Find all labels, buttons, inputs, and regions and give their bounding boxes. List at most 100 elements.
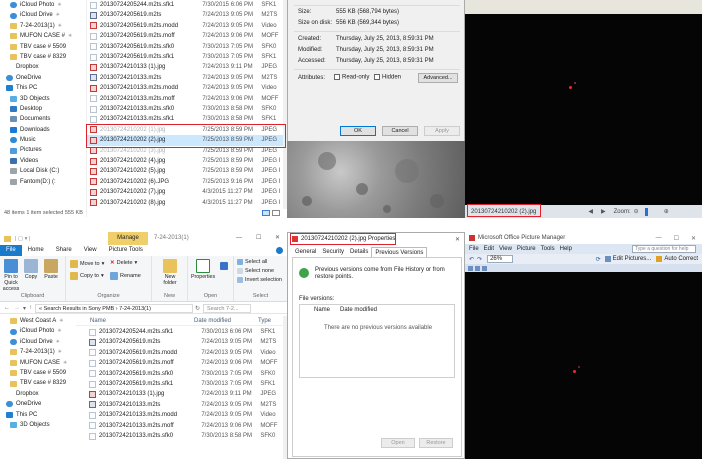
tab-previous-versions[interactable]: Previous Versions (371, 247, 428, 257)
file-row[interactable]: 20130724210133.m2ts 7/24/2013 9:05 PM M2TS (86, 400, 282, 410)
bottom-nav-item[interactable]: OneDrive (0, 399, 76, 409)
file-row[interactable]: 20130724210133.m2ts.sfk0 7/30/2013 8:58 P… (86, 431, 282, 441)
bottom-nav-item[interactable]: Dropbox (0, 389, 76, 399)
bottom-nav-item[interactable]: 3D Objects (0, 420, 76, 430)
copy-to-button[interactable]: Copy to ▾ (70, 272, 104, 280)
ok-button[interactable]: OK (340, 126, 376, 136)
dialog-close-icon[interactable]: ✕ (455, 236, 460, 243)
auto-correct-button[interactable]: Auto Correct (664, 256, 698, 262)
open-button[interactable]: Open (381, 438, 415, 448)
picmgr-maximize-icon[interactable]: ☐ (674, 235, 679, 242)
zoom-slider[interactable] (644, 207, 648, 216)
top-nav-item[interactable]: iCloud Photo ✳ (0, 0, 86, 10)
up-icon[interactable]: ↑ (29, 305, 32, 311)
help-icon[interactable] (276, 247, 283, 254)
tab-share[interactable]: Share (50, 245, 78, 256)
top-nav-item[interactable]: MUFON CASE # ✳ (0, 31, 86, 41)
thumbnail-view-icon[interactable] (468, 265, 473, 271)
bottom-nav-item[interactable]: iCloud Drive ✳ (0, 337, 76, 347)
refresh-icon[interactable]: ↻ (195, 305, 200, 312)
top-nav-item[interactable]: Desktop (0, 104, 86, 114)
top-nav-item[interactable]: 3D Objects (0, 94, 86, 104)
rename-button[interactable]: Rename (110, 272, 141, 280)
file-row[interactable]: 20130724210133 (1).jpg 7/24/2013 9:11 PM J… (87, 62, 283, 72)
hidden-checkbox[interactable]: Hidden (374, 74, 401, 81)
top-nav-item[interactable]: Videos (0, 156, 86, 166)
file-row[interactable]: 20130724210133.m2ts.moff 7/24/2013 9:06 P… (86, 421, 282, 431)
qat-icons[interactable]: | ▢ ▾ | (15, 236, 30, 242)
cancel-button[interactable]: Cancel (382, 126, 418, 136)
tab-picture-tools[interactable]: Picture Tools (103, 245, 149, 256)
invert-selection-button[interactable]: Invert selection (237, 277, 282, 283)
tab-details[interactable]: Details (347, 247, 371, 257)
bottom-nav-item[interactable]: West Coast A ✳ (0, 316, 76, 326)
file-row[interactable]: 20130724205619.m2ts.sfk1 7/30/2013 7:05 P… (87, 52, 283, 62)
file-row[interactable]: 20130724210202 (8).jpg 4/3/2015 11:27 PM J… (87, 198, 283, 208)
zoom-out-icon[interactable]: ⊖ (634, 208, 639, 215)
large-icons-view-icon[interactable] (272, 210, 280, 216)
paste-button[interactable]: Paste (42, 259, 60, 280)
select-all-button[interactable]: Select all (237, 259, 267, 265)
top-nav-item[interactable]: iCloud Drive ✳ (0, 10, 86, 20)
file-row[interactable]: 20130724210202 (5).jpg 7/25/2013 8:59 PM J… (87, 166, 283, 176)
chevron-down-icon[interactable]: ▾ (23, 305, 26, 312)
bottom-nav-item[interactable]: iCloud Photo ✳ (0, 326, 76, 336)
tab-file[interactable]: File (0, 245, 22, 256)
file-row[interactable]: 20130724210133.m2ts.sfk0 7/30/2013 8:58 P… (87, 104, 283, 114)
zoom-select[interactable]: 26% (487, 255, 514, 263)
tab-general[interactable]: General (292, 247, 319, 257)
file-row[interactable]: 20130724205619.m2ts.sfk0 7/30/2013 7:05 P… (87, 42, 283, 52)
file-row[interactable]: 20130724210133.m2ts.modd 7/24/2013 9:05 P… (87, 83, 283, 93)
file-row[interactable]: 20130724205244.m2ts.sfk1 7/30/2013 6:06 P… (86, 327, 282, 337)
readonly-checkbox[interactable]: Read-only (334, 74, 369, 81)
file-row[interactable]: 20130724210133 (1).jpg 7/24/2013 9:11 PM J… (86, 389, 282, 399)
versions-col-name[interactable]: Name (314, 307, 330, 313)
pin-button[interactable]: Pin to Quick access (1, 259, 21, 292)
column-type-header[interactable]: Type (258, 316, 282, 325)
manage-tab[interactable]: Manage (108, 232, 148, 245)
file-row[interactable]: 20130724210133.m2ts.moff 7/24/2013 9:06 P… (87, 94, 283, 104)
tab-security[interactable]: Security (319, 247, 347, 257)
edit-pictures-button[interactable]: Edit Pictures... (613, 256, 652, 262)
top-nav-item[interactable]: This PC (0, 83, 86, 93)
column-name-header[interactable]: Name (76, 316, 194, 325)
details-view-icon[interactable] (262, 210, 270, 216)
advanced-button[interactable]: Advanced... (418, 73, 458, 83)
top-nav-item[interactable]: Downloads (0, 125, 86, 135)
move-to-button[interactable]: Move to ▾ (70, 260, 104, 268)
redo-icon[interactable]: ↷ (477, 256, 482, 263)
restore-button[interactable]: Restore (419, 438, 453, 448)
top-nav-item[interactable]: OneDrive (0, 73, 86, 83)
zoom-in-icon[interactable]: ⊕ (664, 208, 669, 215)
menu-edit[interactable]: Edit (484, 246, 494, 252)
file-row[interactable]: 20130724205619.m2ts.modd 7/24/2013 9:05 P… (86, 348, 282, 358)
maximize-icon[interactable]: ☐ (256, 232, 261, 245)
bottom-nav-item[interactable]: 7-24-2013(1) ✳ (0, 347, 76, 357)
top-nav-item[interactable]: Local Disk (C:) (0, 166, 86, 176)
versions-col-date[interactable]: Date modified (340, 307, 377, 313)
apply-button[interactable]: Apply (424, 126, 460, 136)
bottom-nav-item[interactable]: TBV case # 8329 (0, 378, 76, 388)
tab-home[interactable]: Home (22, 245, 50, 256)
top-nav-item[interactable]: Music (0, 135, 86, 145)
filmstrip-view-icon[interactable] (475, 265, 480, 271)
minimize-icon[interactable]: — (236, 232, 242, 245)
picmgr-close-icon[interactable]: ✕ (691, 235, 696, 242)
open-icon[interactable] (220, 262, 228, 270)
file-row[interactable]: 20130724210202 (4).jpg 7/25/2013 8:59 PM J… (87, 156, 283, 166)
file-row[interactable]: 20130724205619.m2ts.sfk0 7/30/2013 7:05 P… (86, 369, 282, 379)
undo-icon[interactable]: ↶ (469, 256, 474, 263)
bottom-nav-item[interactable]: MUFON CASE ✳ (0, 358, 76, 368)
file-row[interactable]: 20130724205244.m2ts.sfk1 7/30/2015 6:06 P… (87, 0, 283, 10)
top-nav-item[interactable]: Fantom(D:) (: (0, 177, 86, 187)
file-row[interactable]: 20130724210133.m2ts.modd 7/24/2013 9:05 P… (86, 410, 282, 420)
menu-help[interactable]: Help (560, 246, 572, 252)
search-input[interactable]: Search 7-2... (203, 303, 252, 313)
address-bar[interactable]: « Search Results in Sony PMB › 7-24-2013… (35, 303, 194, 313)
help-search-input[interactable]: Type a question for help (632, 245, 696, 253)
single-view-icon[interactable] (482, 265, 487, 271)
file-row[interactable]: 20130724205619.m2ts.moff 7/24/2013 9:06 P… (87, 31, 283, 41)
picmgr-minimize-icon[interactable]: — (656, 235, 662, 241)
file-row[interactable]: 20130724205619.m2ts 7/24/2013 9:05 PM M2TS (87, 10, 283, 20)
menu-tools[interactable]: Tools (541, 246, 555, 252)
